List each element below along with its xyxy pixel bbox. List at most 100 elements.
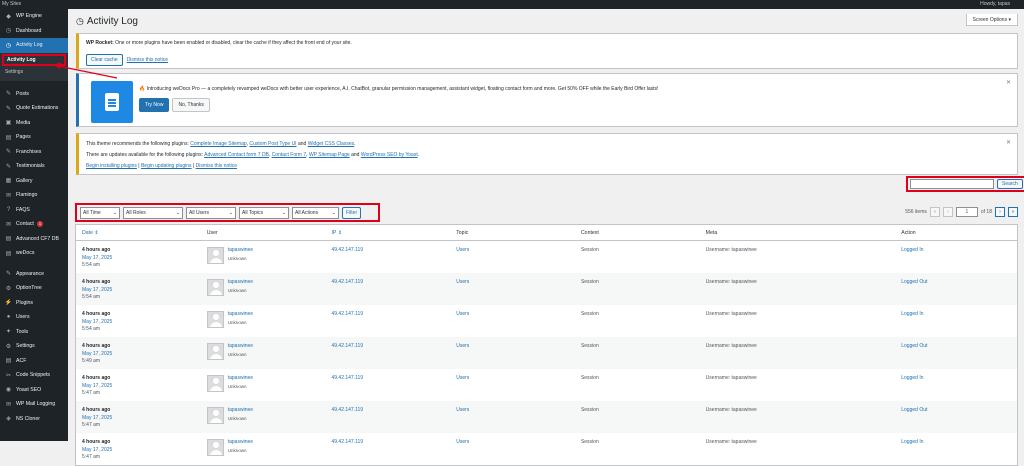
user-cell: tapaswinee Unknown	[201, 247, 326, 273]
action-link[interactable]: Logged Out	[895, 279, 1017, 305]
total-pages: of 18	[980, 209, 992, 215]
sidebar-item-ns-cloner[interactable]: ◈ NS Cloner	[0, 412, 68, 427]
ip-link[interactable]: 49.42.147.119	[325, 407, 450, 433]
sidebar-item-optiontree[interactable]: ⚙ OptionTree	[0, 281, 68, 296]
last-page-button[interactable]: »	[1008, 207, 1018, 217]
topics-select[interactable]: All Topics ⌄	[239, 206, 289, 219]
sidebar-item-activity-log[interactable]: ◷ Activity Log	[0, 38, 68, 53]
page-title: ◷ Activity Log	[76, 16, 138, 27]
username-link[interactable]: tapaswinee	[228, 439, 253, 445]
plugin-link[interactable]: Custom Post Type UI	[249, 141, 296, 147]
topic-link[interactable]: Users	[450, 279, 575, 305]
time-text: 5:54 am	[82, 326, 101, 332]
action-link[interactable]: Logged In	[895, 247, 1017, 273]
chevron-down-icon: ⌄	[175, 209, 180, 216]
username-link[interactable]: tapaswinee	[228, 311, 253, 317]
sidebar-item-code-snippets[interactable]: ✂ Code Snippets	[0, 368, 68, 383]
meta-text: Username: tapaswinee	[705, 279, 757, 285]
users-select[interactable]: All Users ⌄	[186, 206, 236, 219]
howdy-user[interactable]: Howdy, tapas	[980, 0, 1010, 9]
username-link[interactable]: tapaswinee	[228, 343, 253, 349]
table-row: 4 hours ago May 17, 2025 5:54 am tapaswinee…	[76, 273, 1017, 305]
sidebar-item-posts[interactable]: ✎ Posts	[0, 87, 68, 102]
action-link[interactable]: Logged In	[895, 439, 1017, 465]
ip-link[interactable]: 49.42.147.119	[325, 439, 450, 465]
close-icon[interactable]: ✕	[1006, 139, 1011, 146]
action-link[interactable]: Logged In	[895, 311, 1017, 337]
search-input[interactable]	[910, 179, 994, 189]
username-link[interactable]: tapaswinee	[228, 247, 253, 253]
sidebar-item-media[interactable]: ▣ Media	[0, 116, 68, 131]
ip-link[interactable]: 49.42.147.119	[325, 343, 450, 369]
recommend-line: This theme recommends the following plug…	[86, 141, 356, 147]
sidebar-item-franchises[interactable]: ✎ Franchises	[0, 145, 68, 160]
my-sites-link[interactable]: My Sites	[2, 0, 21, 9]
ip-link[interactable]: 49.42.147.119	[325, 375, 450, 401]
roles-select[interactable]: All Roles ⌄	[123, 206, 183, 219]
sidebar-item-wp-engine[interactable]: ◆ WP Engine	[0, 9, 68, 24]
close-icon[interactable]: ✕	[1006, 79, 1011, 86]
sidebar-item-flamingo[interactable]: ✉ Flamingo	[0, 188, 68, 203]
prev-page-button[interactable]: ‹	[942, 207, 953, 217]
plugin-link[interactable]: Contact Form 7	[272, 152, 306, 158]
sidebar-item-wedocs[interactable]: ▤ weDocs	[0, 246, 68, 261]
topic-link[interactable]: Users	[450, 407, 575, 433]
sidebar-item-plugins[interactable]: ⚡ Plugins	[0, 296, 68, 311]
clear-cache-button[interactable]: Clear cache	[86, 54, 123, 66]
sidebar-item-dashboard[interactable]: ◷ Dashboard	[0, 24, 68, 39]
column-date[interactable]: Date ⇕	[76, 230, 201, 236]
action-link[interactable]: Logged Out	[895, 343, 1017, 369]
current-page-input[interactable]: 1	[955, 207, 978, 217]
sidebar-item-contact[interactable]: ✉ Contact 1	[0, 217, 68, 232]
no-thanks-button[interactable]: No, Thanks	[172, 98, 210, 112]
topic-link[interactable]: Users	[450, 439, 575, 465]
try-now-button[interactable]: Try Now	[139, 98, 170, 112]
dismiss-notice-link[interactable]: Dismiss this notice	[127, 57, 168, 63]
first-page-button[interactable]: «	[929, 207, 940, 217]
sidebar-item-acf[interactable]: ▤ ACF	[0, 354, 68, 369]
ip-link[interactable]: 49.42.147.119	[325, 311, 450, 337]
ip-link[interactable]: 49.42.147.119	[325, 247, 450, 273]
submenu-settings[interactable]: Settings	[0, 66, 68, 78]
column-ip[interactable]: IP ⇕	[325, 230, 450, 236]
filter-button[interactable]: Filter	[342, 206, 362, 219]
sidebar-item-pages[interactable]: ▤ Pages	[0, 130, 68, 145]
action-link[interactable]: Logged Out	[895, 407, 1017, 433]
sidebar-item-quote-estimations[interactable]: ✎ Quote Estimations	[0, 101, 68, 116]
top-bar-left[interactable]: My Sites	[2, 0, 21, 9]
plugin-link[interactable]: Advanced Contact form 7 DB	[204, 152, 269, 158]
search-button[interactable]: Search	[997, 179, 1023, 189]
dismiss-notice-link[interactable]: Dismiss this notice	[196, 163, 237, 169]
screen-options-button[interactable]: Screen Options ▾	[965, 14, 1018, 26]
plugin-link[interactable]: WordPress SEO by Yoast	[361, 152, 418, 158]
submenu-activity-log[interactable]: Activity Log	[2, 53, 66, 66]
topic-link[interactable]: Users	[450, 311, 575, 337]
sidebar-item-settings[interactable]: ⚙ Settings	[0, 339, 68, 354]
plugin-link[interactable]: Widget CSS Classes	[308, 141, 354, 147]
sidebar-item-advanced-cf7-db[interactable]: ▤ Advanced CF7 DB	[0, 232, 68, 247]
plugin-link[interactable]: Complete Image Sitemap	[190, 141, 246, 147]
username-link[interactable]: tapaswinee	[228, 375, 253, 381]
actions-select[interactable]: All Actions ⌄	[292, 206, 339, 219]
sidebar-item-appearance[interactable]: ✎ Appearance	[0, 267, 68, 282]
topic-link[interactable]: Users	[450, 247, 575, 273]
sidebar-item-yoast-seo[interactable]: ◉ Yoast SEO	[0, 383, 68, 398]
sidebar-item-users[interactable]: ● Users	[0, 310, 68, 325]
begin-updating-link[interactable]: Begin updating plugins	[141, 163, 192, 169]
next-page-button[interactable]: ›	[995, 207, 1005, 217]
username-link[interactable]: tapaswinee	[228, 407, 253, 413]
sidebar-item-testimonials[interactable]: ✎ Testimonials	[0, 159, 68, 174]
sidebar-item-faqs[interactable]: ? FAQS	[0, 203, 68, 218]
date-text: May 17, 2025	[82, 382, 113, 389]
time-select[interactable]: All Time ⌄	[80, 206, 120, 219]
sidebar-item-tools[interactable]: ✦ Tools	[0, 325, 68, 340]
topic-link[interactable]: Users	[450, 375, 575, 401]
begin-installing-link[interactable]: Begin installing plugins	[86, 163, 137, 169]
username-link[interactable]: tapaswinee	[228, 279, 253, 285]
sidebar-item-wp-mail-logging[interactable]: ✉ WP Mail Logging	[0, 397, 68, 412]
action-link[interactable]: Logged In	[895, 375, 1017, 401]
ip-link[interactable]: 49.42.147.119	[325, 279, 450, 305]
sidebar-item-gallery[interactable]: ▦ Gallery	[0, 174, 68, 189]
plugin-link[interactable]: WP Sitemap Page	[309, 152, 350, 158]
topic-link[interactable]: Users	[450, 343, 575, 369]
